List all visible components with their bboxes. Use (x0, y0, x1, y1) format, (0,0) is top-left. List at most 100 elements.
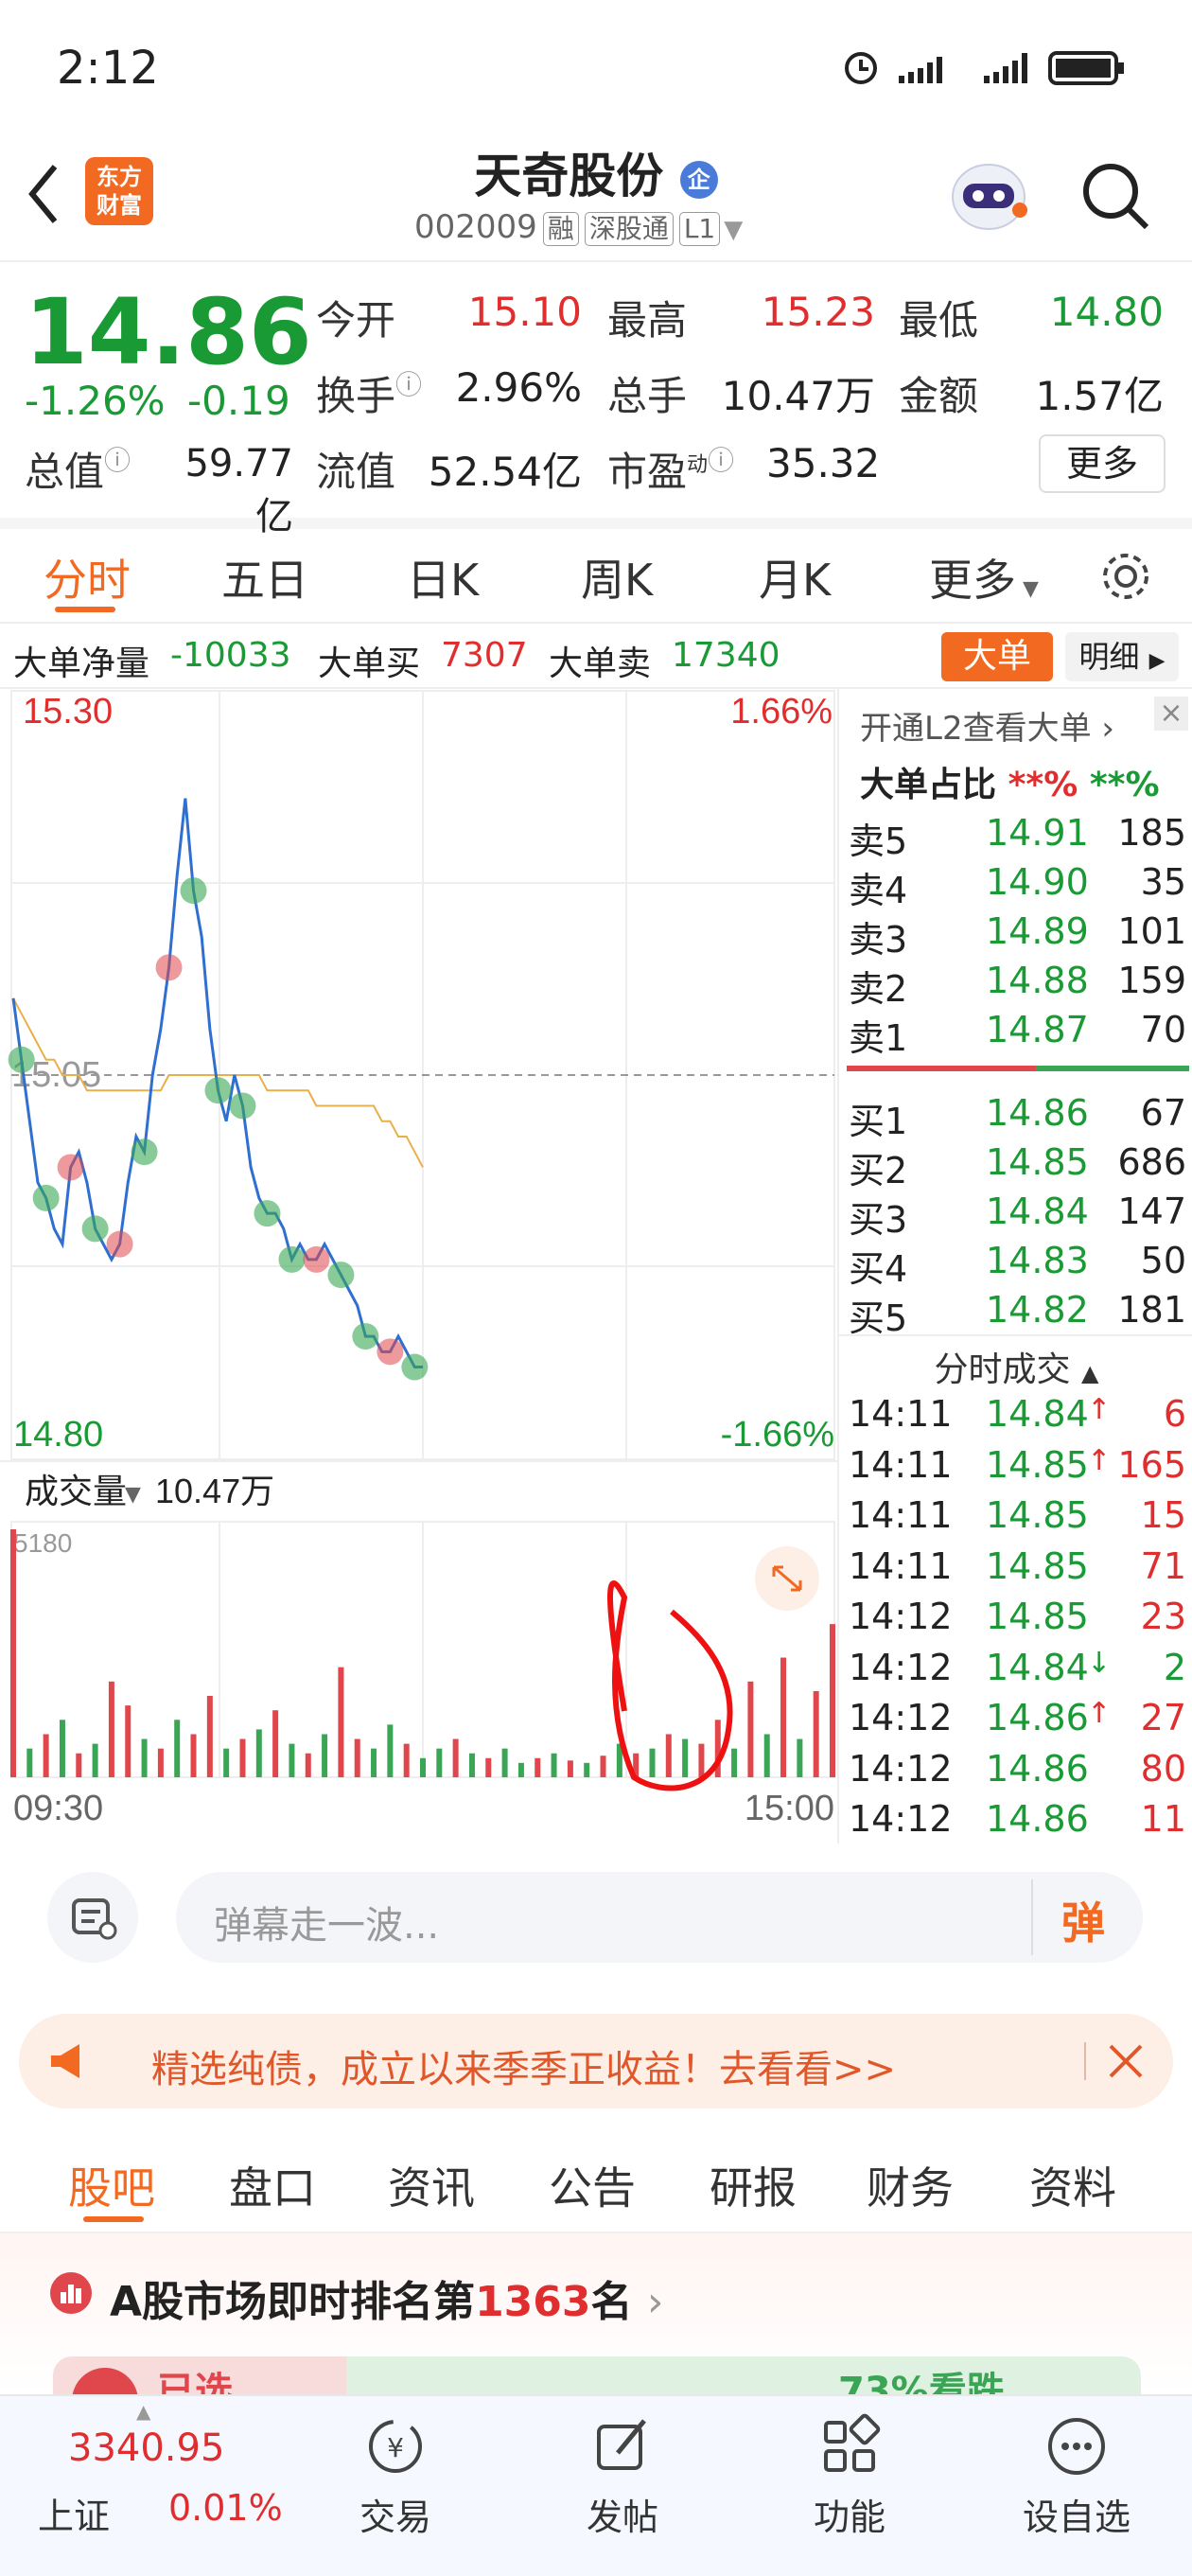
trade-price: 14.85 (986, 1443, 1089, 1486)
trades-title[interactable]: 分时成交 ▲ (839, 1342, 1192, 1391)
tab-financials[interactable]: 财务 (867, 2154, 954, 2216)
trade-marker (327, 1262, 355, 1289)
volume-value: 10.47万 (721, 373, 875, 419)
open-label: 今开 (316, 297, 396, 344)
close-icon[interactable]: × (1154, 697, 1188, 731)
tab-weekly-k[interactable]: 周K (581, 546, 653, 609)
tab-daily-k[interactable]: 日K (407, 546, 479, 609)
volume-bar (468, 1753, 475, 1777)
alarm-icon (845, 52, 877, 84)
nav-trade[interactable]: ¥ 交易 (310, 2413, 481, 2540)
trade-time: 14:11 (849, 1494, 953, 1536)
nav-trade-label: 交易 (359, 2497, 431, 2538)
volume-bar (747, 1681, 754, 1777)
big-order-ratio: 大单占比 **% **% (860, 757, 1160, 806)
bid-row: 买1 14.86 67 (839, 1092, 1192, 1142)
caret-up-icon: ▲ (136, 2400, 151, 2423)
ask-level-label: 卖5 (849, 820, 908, 862)
search-icon[interactable] (1078, 159, 1154, 235)
trade-row: 14:12 14.84 2 ↓ (839, 1647, 1192, 1696)
trade-row: 14:12 14.86 27 ↑ (839, 1697, 1192, 1746)
info-icon[interactable]: ⓘ (395, 369, 422, 400)
volume-bar (59, 1720, 65, 1777)
tab-announcements[interactable]: 公告 (549, 2154, 636, 2216)
tab-forum[interactable]: 股吧 (68, 2154, 155, 2216)
chart-canvas[interactable]: 15.30 15.05 14.80 1.66% -1.66% 成交量 ▼ 10.… (0, 689, 837, 1844)
info-icon[interactable]: ⓘ (708, 445, 734, 476)
bid-row: 买2 14.85 686 (839, 1141, 1192, 1191)
ask-row: 卖4 14.90 35 (839, 861, 1192, 911)
volume-bar (190, 1734, 197, 1777)
caret-down-icon[interactable]: ▼ (125, 1483, 141, 1507)
volume-bar (338, 1667, 344, 1777)
tab-monthly-k[interactable]: 月K (759, 546, 831, 609)
volume-bar (92, 1743, 98, 1777)
rank-text: A股市场即时排名第1363名 › (110, 2267, 663, 2328)
danmaku-send-button[interactable]: 弹 (1061, 1889, 1105, 1951)
caret-down-icon: ▼ (1016, 577, 1039, 601)
open-value: 15.10 (467, 289, 582, 335)
trade-marker (131, 1138, 158, 1166)
trade-volume: 23 (1140, 1596, 1186, 1637)
y-bottom-label: 14.80 (13, 1415, 103, 1455)
tab-research[interactable]: 研报 (710, 2154, 797, 2216)
amount-value: 1.57亿 (1035, 373, 1164, 419)
sentiment-bar[interactable]: 已选 73%看跌 (53, 2356, 1141, 2394)
trade-time: 14:12 (849, 1798, 953, 1840)
nav-functions[interactable]: 功能 (764, 2413, 935, 2540)
stock-name-text: 天奇股份 (474, 149, 664, 203)
big-order-button[interactable]: 大单 (941, 632, 1053, 681)
trade-time: 14:11 (849, 1544, 953, 1587)
index-ticker[interactable]: ▲ 3340.95 上证 0.01% (28, 2400, 283, 2561)
volume-bar (567, 1760, 573, 1777)
volume-total: 10.47万 (155, 1472, 274, 1510)
tab-order-book[interactable]: 盘口 (229, 2154, 316, 2216)
expand-icon[interactable] (755, 1546, 819, 1611)
info-icon[interactable]: ⓘ (104, 445, 131, 476)
nav-add-watchlist[interactable]: 设自选 (991, 2413, 1162, 2540)
comment-settings-icon (72, 1898, 117, 1940)
promo-banner[interactable]: 精选纯债，成立以来季季正收益！去看看>> (19, 2014, 1173, 2108)
volume-selector[interactable]: 成交量 (25, 1472, 127, 1510)
close-icon[interactable] (1107, 2042, 1145, 2080)
robot-assistant-icon[interactable] (946, 151, 1031, 237)
trade-direction-arrow: ↑ (1087, 1393, 1112, 1426)
ratio-buy: **% (1008, 766, 1078, 804)
l2-upgrade-link[interactable]: 开通L2查看大单 › (860, 702, 1114, 749)
settings-gear-icon[interactable] (1097, 548, 1154, 605)
caret-up-icon: ▲ (1081, 1360, 1099, 1386)
volume-bar (76, 1753, 82, 1777)
volume-bar (108, 1681, 114, 1777)
pct-top-label: 1.66% (730, 692, 833, 732)
nav-post[interactable]: 发帖 (537, 2413, 708, 2540)
turnover-label-text: 换手 (316, 373, 396, 419)
volume-bar (665, 1734, 672, 1777)
float-cap-value: 52.54亿 (428, 449, 582, 495)
trade-time: 14:12 (849, 1646, 953, 1688)
stock-code[interactable]: 002009 融深股通 L1 ▼ (414, 208, 743, 246)
danmaku-input[interactable]: 弹幕走一波... 弹 (176, 1872, 1143, 1963)
tab-intraday[interactable]: 分时 (44, 546, 131, 609)
tab-news[interactable]: 资讯 (388, 2154, 475, 2216)
comment-settings-button[interactable] (47, 1872, 138, 1963)
volume-bar (551, 1753, 557, 1777)
ask-bid-ratio-red (847, 1066, 1036, 1071)
volume-bar (239, 1738, 246, 1777)
tab-five-day[interactable]: 五日 (221, 546, 308, 609)
chevron-right-icon: › (646, 2278, 664, 2326)
stock-header: 东方 财富 天奇股份 企 002009 融深股通 L1 ▼ (0, 132, 1192, 262)
bid-price: 14.84 (986, 1191, 1089, 1232)
market-rank-card[interactable]: A股市场即时排名第1363名 › 已选 73%看跌 (0, 2233, 1192, 2394)
low-value: 14.80 (1049, 289, 1164, 335)
intraday-chart[interactable]: 15.30 15.05 14.80 1.66% -1.66% 成交量 ▼ 10.… (0, 689, 837, 1844)
tab-more[interactable]: 更多 ▼ (929, 546, 1039, 609)
detail-button[interactable]: 明细 ▶ (1065, 632, 1179, 681)
ratio-sell: **% (1089, 766, 1160, 804)
volume-bar (420, 1757, 426, 1777)
tab-profile[interactable]: 资料 (1029, 2154, 1116, 2216)
bid-volume: 147 (1117, 1191, 1186, 1232)
more-dots-icon (1048, 2418, 1105, 2475)
more-button[interactable]: 更多 (1039, 434, 1166, 493)
sentiment-right: 73%看跌 (838, 2370, 1005, 2394)
ask-level-label: 卖3 (849, 919, 908, 961)
